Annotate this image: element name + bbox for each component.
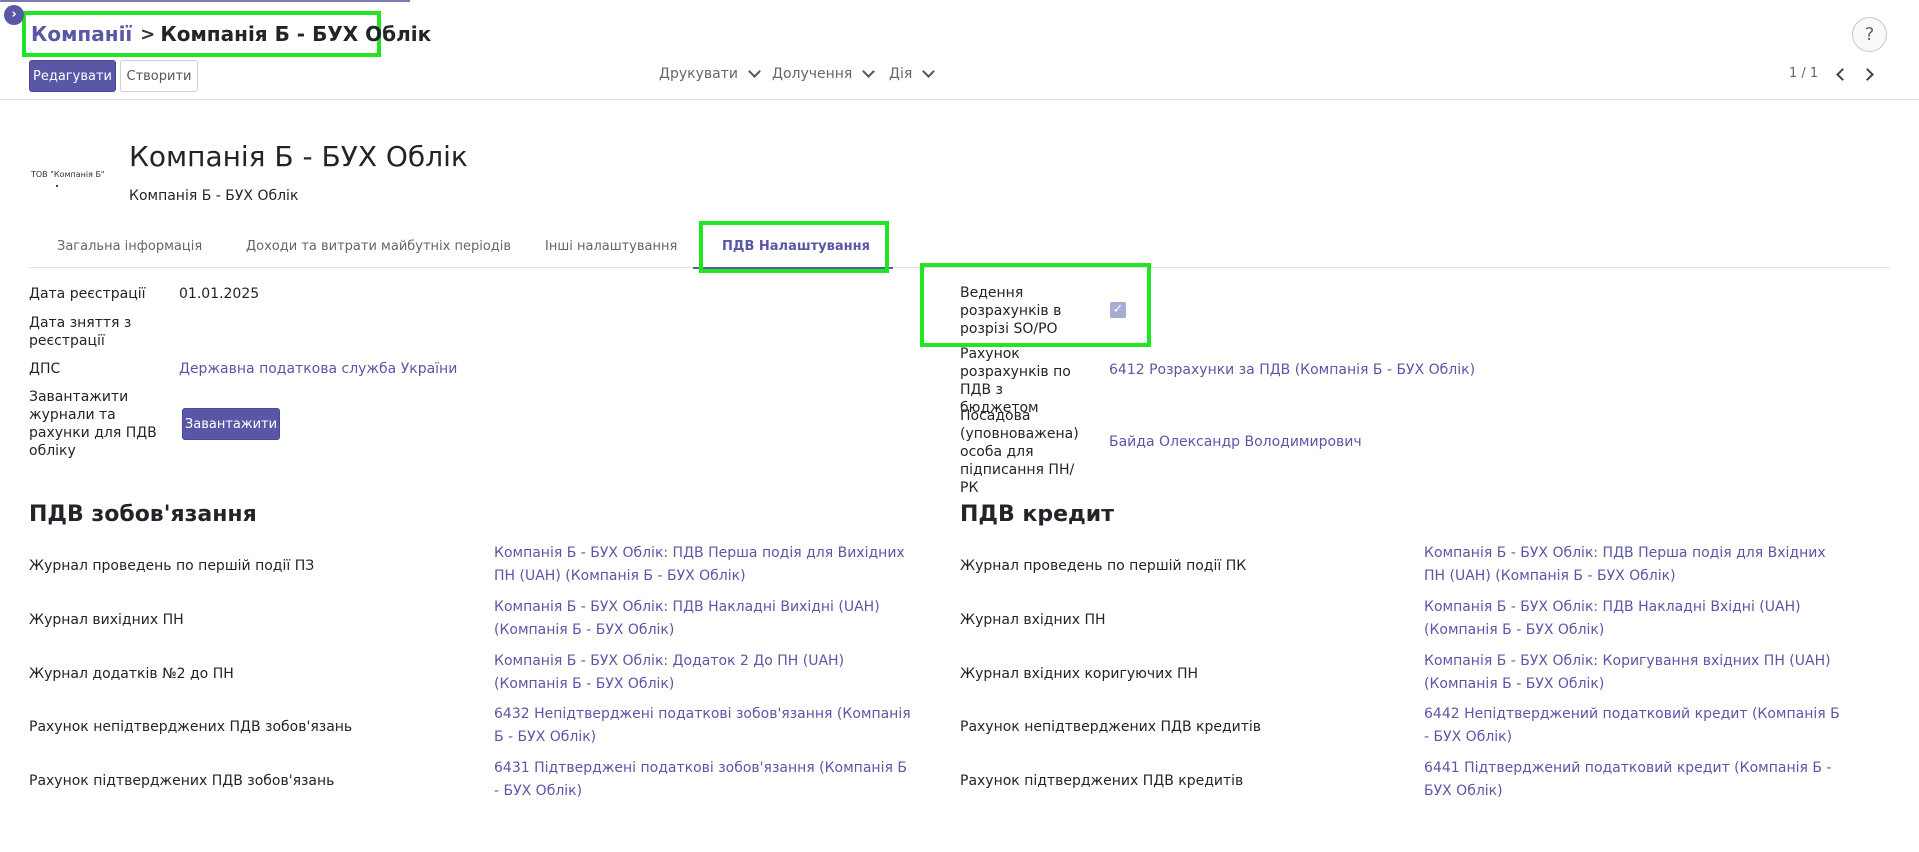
credit-row-link[interactable]: Компанія Б - БУХ Облік: ПДВ Накладні Вхі… <box>1424 596 1844 642</box>
credit-row-label: Журнал вхідних коригуючих ПН <box>960 666 1199 682</box>
record-subtitle: Компанія Б - БУХ Облік <box>129 188 299 204</box>
liability-row-label: Журнал проведень по першій події ПЗ <box>29 558 315 574</box>
control-panel: Компанії > Компанія Б - БУХ Облік Редагу… <box>0 0 1919 100</box>
company-logo: ТОВ "Компанія Б" <box>31 170 105 179</box>
tab-other-settings[interactable]: Інші налаштування <box>545 239 677 254</box>
edit-button[interactable]: Редагувати <box>29 60 116 92</box>
liability-row-link[interactable]: Компанія Б - БУХ Облік: ПДВ Накладні Вих… <box>494 596 914 642</box>
credit-row-link[interactable]: 6441 Підтверджений податковий кредит (Ко… <box>1424 757 1844 803</box>
so-po-label: Ведення розрахунків в розрізі SO/PO <box>960 285 1062 337</box>
tab-general-info[interactable]: Загальна інформація <box>57 239 202 254</box>
chevron-down-icon <box>748 65 761 78</box>
tab-deferred-income-expenses[interactable]: Доходи та витрати майбутніх періодів <box>246 239 511 254</box>
breadcrumb: Компанії > Компанія Б - БУХ Облік <box>22 11 431 57</box>
tab-vat-settings[interactable]: ПДВ Налаштування <box>722 239 870 254</box>
credit-row-label: Журнал проведень по першій події ПК <box>960 558 1247 574</box>
liability-row-link[interactable]: Компанія Б - БУХ Облік: Додаток 2 До ПН … <box>494 650 914 696</box>
credit-row-label: Рахунок непідтверджених ПДВ кредитів <box>960 719 1262 735</box>
record-title: Компанія Б - БУХ Облік <box>129 140 468 173</box>
menu-toggle-icon[interactable]: › <box>4 5 24 25</box>
official-label: Посадова (уповноважена) особа для підпис… <box>960 408 1079 496</box>
action-dropdown-label: Дія <box>889 66 913 82</box>
pager-value[interactable]: 1 / 1 <box>1789 66 1818 81</box>
official-link[interactable]: Байда Олександр Володимирович <box>1109 431 1362 454</box>
liability-row-label: Журнал вихідних ПН <box>29 612 184 628</box>
reg-date-label: Дата реєстрації <box>29 286 146 302</box>
breadcrumb-current: Компанія Б - БУХ Облік <box>160 22 432 46</box>
credit-row-link[interactable]: Компанія Б - БУХ Облік: ПДВ Перша подія … <box>1424 542 1844 588</box>
credit-row-link[interactable]: Компанія Б - БУХ Облік: Коригування вхід… <box>1424 650 1844 696</box>
upload-label: Завантажити журнали та рахунки для ПДВ о… <box>29 389 157 459</box>
upload-button[interactable]: Завантажити <box>182 408 280 440</box>
vat-liabilities-title: ПДВ зобов'язання <box>29 502 257 527</box>
reg-date-value[interactable]: 01.01.2025 <box>179 285 259 303</box>
breadcrumb-separator: > <box>140 23 156 45</box>
vat-credit-title: ПДВ кредит <box>960 502 1114 527</box>
help-button[interactable]: ? <box>1852 17 1887 52</box>
attach-dropdown-label: Долучення <box>772 66 853 82</box>
print-dropdown-label: Друкувати <box>659 66 738 82</box>
chevron-left-icon[interactable] <box>1836 68 1849 81</box>
credit-row-label: Рахунок підтверджених ПДВ кредитів <box>960 773 1244 789</box>
logo-dot <box>56 185 58 187</box>
liability-row-link[interactable]: 6431 Підтверджені податкові зобов'язання… <box>494 757 914 803</box>
liability-row-label: Рахунок непідтверджених ПДВ зобов'язань <box>29 719 353 735</box>
dps-link[interactable]: Державна податкова служба України <box>179 358 457 381</box>
so-po-checkbox[interactable]: ✓ <box>1110 302 1126 318</box>
attach-dropdown[interactable]: Долучення <box>772 65 876 82</box>
dps-label: ДПС <box>29 361 61 377</box>
liability-row-link[interactable]: Компанія Б - БУХ Облік: ПДВ Перша подія … <box>494 542 914 588</box>
dereg-date-label: Дата зняття з реєстрації <box>29 315 132 349</box>
action-dropdown[interactable]: Дія <box>889 65 936 82</box>
chevron-down-icon <box>862 65 876 78</box>
credit-row-label: Журнал вхідних ПН <box>960 612 1106 628</box>
breadcrumb-companies-link[interactable]: Компанії <box>31 22 132 46</box>
liability-row-label: Журнал додатків №2 до ПН <box>29 666 234 682</box>
liability-row-label: Рахунок підтверджених ПДВ зобов'язань <box>29 773 335 789</box>
vat-account-link[interactable]: 6412 Розрахунки за ПДВ (Компанія Б - БУХ… <box>1109 359 1475 382</box>
print-dropdown[interactable]: Друкувати <box>659 65 761 82</box>
chevron-down-icon <box>922 65 936 78</box>
chevron-right-icon[interactable] <box>1861 68 1874 81</box>
create-button[interactable]: Створити <box>120 60 198 92</box>
credit-row-link[interactable]: 6442 Непідтверджений податковий кредит (… <box>1424 703 1844 749</box>
liability-row-link[interactable]: 6432 Непідтверджені податкові зобов'язан… <box>494 703 914 749</box>
